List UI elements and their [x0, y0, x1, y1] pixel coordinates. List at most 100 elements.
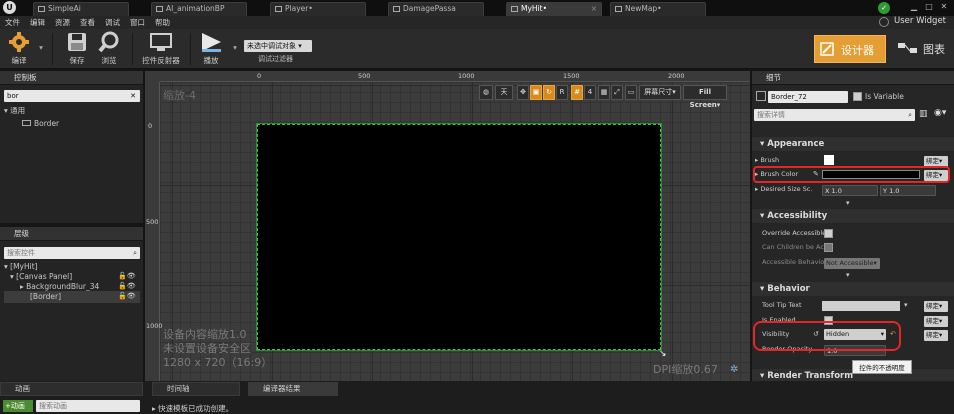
- accessible-behavior-dropdown[interactable]: Not Accessible▾: [824, 258, 880, 269]
- widget-name-input[interactable]: Border_72: [768, 91, 848, 103]
- search-icon: ⌕: [908, 111, 912, 119]
- reset-button[interactable]: R: [556, 85, 568, 100]
- brush-color-highlight: [753, 166, 950, 183]
- brush-swatch[interactable]: [824, 155, 834, 165]
- palette-category-common[interactable]: ▾ 通用: [4, 105, 25, 117]
- source-control-icon[interactable]: ✓: [878, 2, 890, 14]
- behavior-category[interactable]: ▾ Behavior: [752, 282, 954, 296]
- localization-button[interactable]: 天: [495, 85, 513, 100]
- move-icon[interactable]: ✥: [517, 85, 529, 100]
- palette-item-border[interactable]: Border: [22, 118, 59, 130]
- menu-asset[interactable]: 资源: [50, 16, 75, 29]
- rotate-icon[interactable]: ↻: [543, 85, 555, 100]
- search-animation-input[interactable]: 搜索动画: [36, 400, 140, 412]
- appearance-category[interactable]: ▾ Appearance: [752, 137, 954, 151]
- menu-bar: 文件 编辑 资源 查看 调试 窗口 帮助: [0, 16, 954, 29]
- toolbar: 编译 ▾ 保存 浏览 控件反射器 播放 ▾: [0, 29, 954, 69]
- details-search-input[interactable]: 搜索详情 ⌕: [754, 109, 915, 121]
- hierarchy-search-input[interactable]: 搜索控件 ⌕: [4, 247, 140, 259]
- is-variable-label: Is Variable: [865, 92, 904, 101]
- tab-damagepassa[interactable]: DamagePassa: [388, 2, 484, 16]
- animations-tab[interactable]: 动画: [0, 382, 143, 396]
- window-controls: ▁ □ ✕: [905, 1, 950, 15]
- ruler-left: 0 500 1000: [145, 82, 163, 381]
- graph-nodes-icon: [898, 43, 917, 53]
- hierarchy-header: 层级: [0, 227, 143, 241]
- menu-edit[interactable]: 编辑: [25, 16, 50, 29]
- compile-button[interactable]: 编译: [4, 31, 34, 67]
- desired-size-x-input[interactable]: X 1.0: [822, 185, 878, 196]
- tool-tip-input[interactable]: [822, 301, 900, 311]
- details-header: 细节: [752, 71, 954, 85]
- screen-size-dropdown[interactable]: 屏幕尺寸▾: [639, 85, 681, 100]
- minimize-icon[interactable]: ▁: [908, 1, 920, 13]
- search-icon: ⌕: [133, 249, 137, 257]
- desired-size-y-input[interactable]: Y 1.0: [880, 185, 936, 196]
- is-variable-checkbox[interactable]: [853, 92, 862, 101]
- globe-icon[interactable]: ◍: [479, 85, 493, 100]
- compiler-message: ▸ 快速模板已成功创建。: [152, 404, 234, 413]
- widget-canvas-border[interactable]: [256, 123, 662, 351]
- play-button[interactable]: 播放: [196, 31, 226, 67]
- tab-ai-animationbp[interactable]: AI_animationBP: [151, 2, 247, 16]
- zoom-fit-icon[interactable]: ⤢: [611, 85, 623, 100]
- tab-simpleai[interactable]: SimpleAi: [33, 2, 129, 16]
- designer-mode-button[interactable]: 设计器: [814, 35, 886, 63]
- menu-debug[interactable]: 调试: [100, 16, 125, 29]
- can-children-checkbox[interactable]: [824, 243, 833, 252]
- save-icon: [68, 33, 86, 51]
- browse-button[interactable]: 浏览: [94, 31, 124, 67]
- device-info: 设备内容缩放1.0 未设置设备安全区 1280 x 720（16:9）: [163, 328, 273, 369]
- menu-file[interactable]: 文件: [0, 16, 25, 29]
- clear-search-icon[interactable]: ✕: [130, 90, 136, 102]
- expand-advanced-icon[interactable]: ▾: [846, 199, 850, 207]
- tab-player[interactable]: Player•: [270, 2, 366, 16]
- border-widget-icon: [756, 91, 766, 101]
- graph-mode-button[interactable]: 图表: [897, 35, 951, 63]
- debug-object-select[interactable]: 未选中调试对象 ▾: [244, 40, 312, 52]
- property-matrix-icon[interactable]: ▥: [919, 109, 928, 119]
- search-icon[interactable]: [879, 17, 889, 27]
- toolbar-separator: [52, 33, 53, 65]
- designer-viewport[interactable]: 0 500 1000 1500 2000 0 500 1000 缩放-4 ↘ 设…: [145, 71, 750, 381]
- close-tab-icon[interactable]: ×: [591, 3, 597, 15]
- menu-window[interactable]: 窗口: [125, 16, 150, 29]
- save-button[interactable]: 保存: [62, 31, 92, 67]
- timeline-tab[interactable]: 时间轴: [152, 382, 240, 396]
- eye-view-options-icon[interactable]: ◉▾: [934, 108, 946, 118]
- blueprint-icon: [38, 6, 45, 12]
- palette-search-input[interactable]: bor ✕: [4, 90, 140, 102]
- visibility-highlight: [753, 321, 901, 351]
- add-animation-button[interactable]: +动画: [3, 400, 33, 412]
- accessibility-category[interactable]: ▾ Accessibility: [752, 209, 954, 223]
- device-icon[interactable]: ▭: [625, 85, 637, 100]
- hierarchy-panel: 层级 搜索控件 ⌕ ▾ [MyHit] ▾ [Canvas Panel] ▸ Ba…: [0, 227, 143, 381]
- menu-help[interactable]: 帮助: [150, 16, 175, 29]
- monitor-icon: [150, 33, 172, 51]
- grid-snap-icon[interactable]: #: [571, 85, 583, 100]
- fill-screen-dropdown[interactable]: Fill Screen▾: [683, 85, 727, 109]
- is-enabled-bind-dropdown[interactable]: 绑定▾: [924, 316, 948, 327]
- visibility-bind-dropdown[interactable]: 绑定▾: [924, 330, 948, 341]
- compiler-results-tab[interactable]: 编译器结果: [248, 382, 338, 396]
- blueprint-icon: [275, 6, 282, 12]
- grid-size-button[interactable]: 4: [584, 85, 596, 100]
- resize-handle-icon[interactable]: ↘: [659, 350, 667, 359]
- debug-filter-label: 调试过滤器: [258, 55, 293, 63]
- override-accessible-checkbox[interactable]: [824, 229, 833, 238]
- image-icon[interactable]: ▦: [598, 85, 610, 100]
- tab-newmap[interactable]: NewMap•: [610, 2, 706, 16]
- close-window-icon[interactable]: ✕: [938, 1, 950, 13]
- maximize-icon[interactable]: □: [923, 1, 935, 13]
- menu-view[interactable]: 查看: [75, 16, 100, 29]
- tab-myhit[interactable]: MyHit• ×: [506, 2, 602, 16]
- compile-gear-icon: [9, 32, 29, 52]
- dpi-settings-gear-icon[interactable]: ✲: [730, 364, 738, 375]
- expand-advanced-icon[interactable]: ▾: [846, 271, 850, 279]
- widget-reflector-button[interactable]: 控件反射器: [138, 31, 184, 67]
- visibility-toggles[interactable]: 🔓👁 🔓👁 🔓👁: [118, 271, 136, 301]
- accessible-behavior-label: Accessible Behavior: [762, 258, 827, 266]
- lock-icon[interactable]: ▣: [530, 85, 542, 100]
- tool-tip-bind-dropdown[interactable]: 绑定▾: [924, 301, 948, 312]
- tool-tip-expand-icon[interactable]: ▾: [904, 298, 908, 313]
